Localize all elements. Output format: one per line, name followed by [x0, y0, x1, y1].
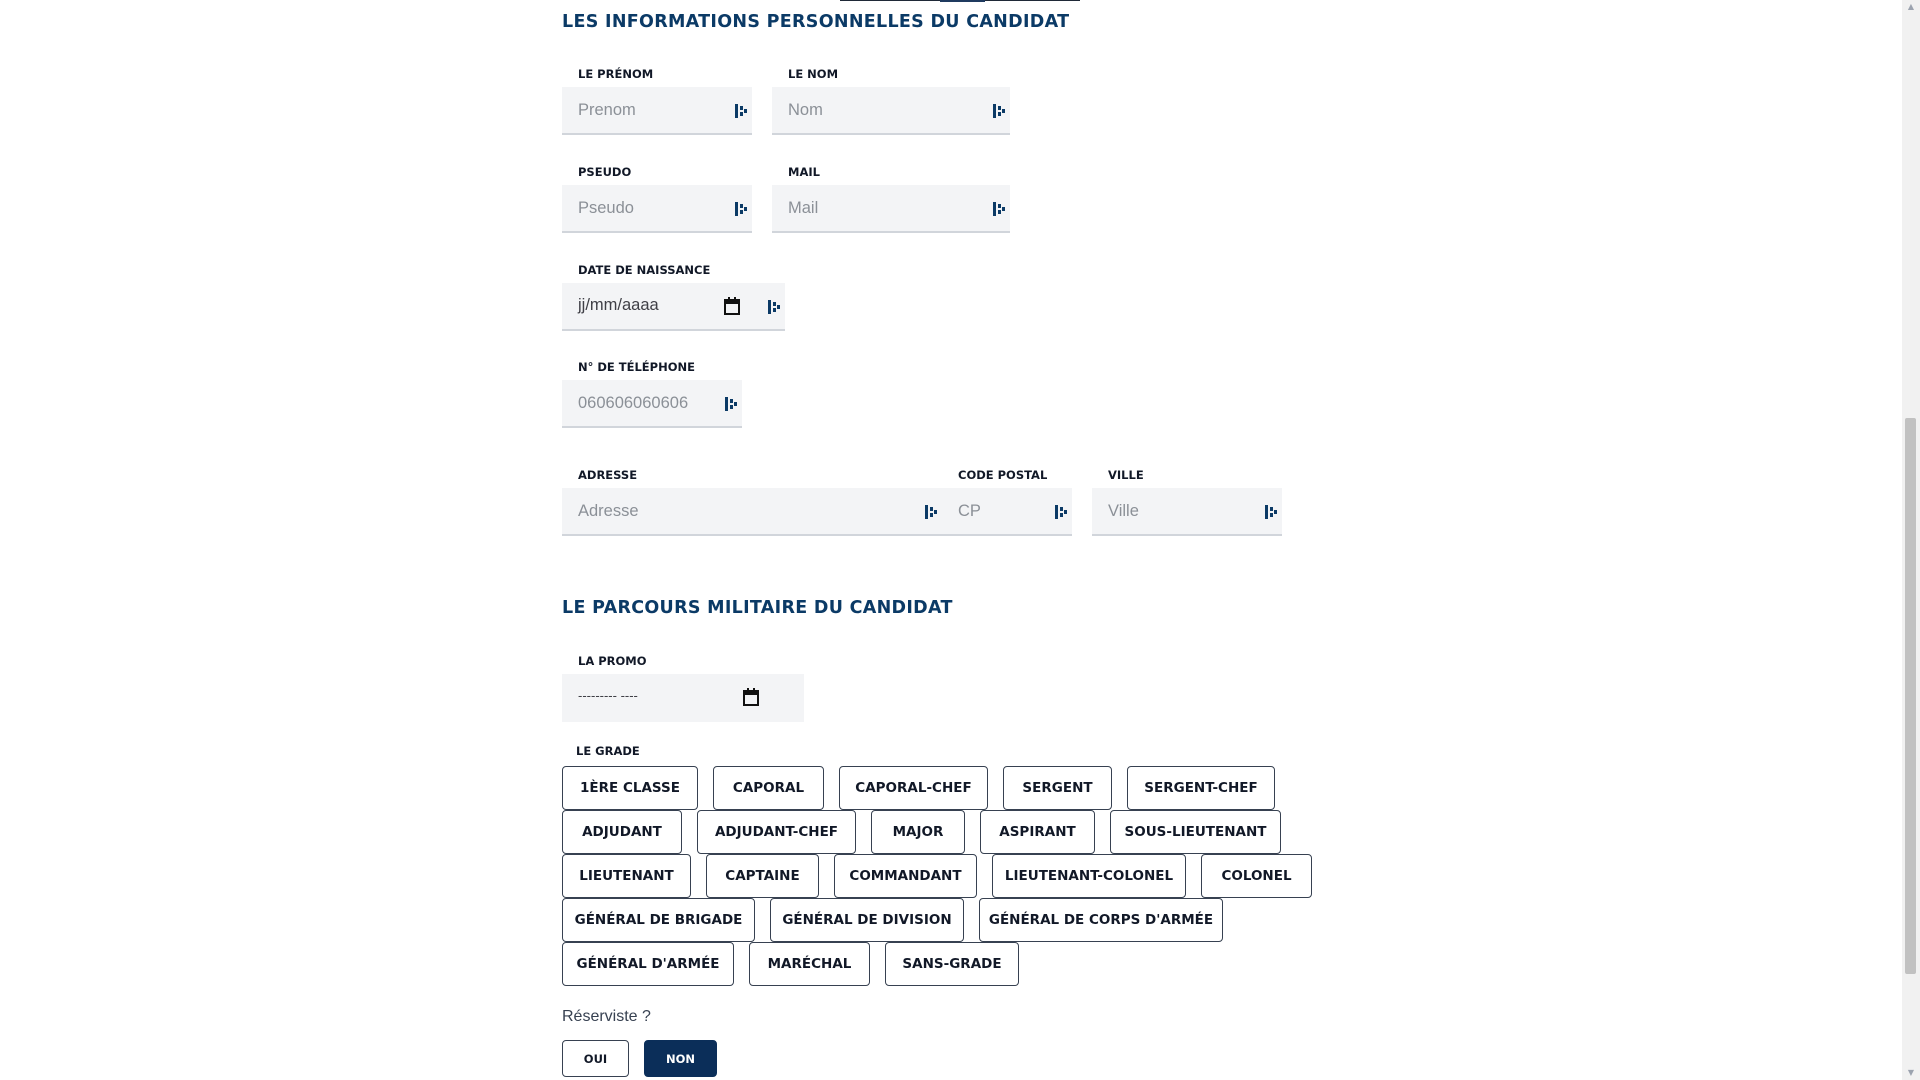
- lastname-label: LE NOM: [788, 67, 839, 81]
- mail-label: MAIL: [788, 165, 820, 179]
- grade-sans-grade-button[interactable]: SANS-GRADE: [885, 942, 1019, 986]
- password-manager-key-icon[interactable]: [1265, 505, 1277, 519]
- grade-lieutenant-button[interactable]: LIEUTENANT: [562, 854, 691, 898]
- address-field: [562, 488, 944, 536]
- password-manager-key-icon[interactable]: [1055, 505, 1067, 519]
- grade-label: LE GRADE: [576, 744, 640, 758]
- grade-sergent-button[interactable]: SERGENT: [1003, 766, 1112, 810]
- grade-adjudant-button[interactable]: ADJUDANT: [562, 810, 682, 854]
- grade-caporal-button[interactable]: CAPORAL: [713, 766, 824, 810]
- calendar-icon[interactable]: [724, 297, 740, 315]
- mail-field: [772, 185, 1010, 233]
- grade-general-de-corps-darmee-button[interactable]: GÉNÉRAL DE CORPS D'ARMÉE: [979, 898, 1223, 942]
- pseudo-input[interactable]: [562, 185, 722, 231]
- city-field: [1092, 488, 1282, 536]
- password-manager-key-icon[interactable]: [725, 397, 737, 411]
- grade-sous-lieutenant-button[interactable]: SOUS-LIEUTENANT: [1110, 810, 1281, 854]
- lastname-field: [772, 87, 1010, 135]
- phone-label: N° DE TÉLÉPHONE: [578, 360, 695, 374]
- grade-marechal-button[interactable]: MARÉCHAL: [749, 942, 870, 986]
- reservist-question: Réserviste ?: [562, 1008, 651, 1025]
- birthdate-input[interactable]: jj/mm/aaaa: [578, 296, 659, 315]
- grade-commandant-button[interactable]: COMMANDANT: [834, 854, 977, 898]
- password-manager-key-icon[interactable]: [768, 300, 780, 314]
- postal-code-label: CODE POSTAL: [958, 468, 1048, 482]
- grade-colonel-button[interactable]: COLONEL: [1201, 854, 1312, 898]
- password-manager-key-icon[interactable]: [735, 104, 747, 118]
- password-manager-key-icon[interactable]: [735, 202, 747, 216]
- pseudo-field: [562, 185, 752, 233]
- firstname-label: LE PRÉNOM: [578, 67, 654, 81]
- mail-input[interactable]: [772, 185, 980, 231]
- grade-general-darmee-button[interactable]: GÉNÉRAL D'ARMÉE: [562, 942, 734, 986]
- military-path-title: LE PARCOURS MILITAIRE DU CANDIDAT: [562, 598, 953, 618]
- pseudo-label: PSEUDO: [578, 165, 632, 179]
- grade-sergent-chef-button[interactable]: SERGENT-CHEF: [1127, 766, 1275, 810]
- reservist-yes-button[interactable]: OUI: [562, 1040, 629, 1077]
- password-manager-key-icon[interactable]: [993, 104, 1005, 118]
- firstname-field: [562, 87, 752, 135]
- top-divider-accent: [940, 0, 985, 2]
- firstname-input[interactable]: [562, 87, 722, 133]
- phone-input[interactable]: [562, 380, 712, 426]
- promo-field[interactable]: --------- ----: [562, 674, 804, 722]
- city-input[interactable]: [1092, 488, 1252, 534]
- phone-field: [562, 380, 742, 428]
- grade-captaine-button[interactable]: CAPTAINE: [706, 854, 819, 898]
- postal-code-input[interactable]: [942, 488, 1042, 534]
- scrollbar-thumb[interactable]: [1905, 418, 1916, 974]
- promo-label: LA PROMO: [578, 654, 647, 668]
- city-label: VILLE: [1108, 468, 1144, 482]
- personal-info-title: LES INFORMATIONS PERSONNELLES DU CANDIDA…: [562, 12, 1070, 32]
- lastname-input[interactable]: [772, 87, 980, 133]
- password-manager-key-icon[interactable]: [993, 202, 1005, 216]
- grade-general-de-division-button[interactable]: GÉNÉRAL DE DIVISION: [770, 898, 964, 942]
- calendar-icon[interactable]: [743, 688, 759, 706]
- promo-input[interactable]: --------- ----: [578, 688, 638, 703]
- grade-caporal-chef-button[interactable]: CAPORAL-CHEF: [839, 766, 988, 810]
- address-label: ADRESSE: [578, 468, 638, 482]
- grade-major-button[interactable]: MAJOR: [871, 810, 965, 854]
- grade-lieutenant-colonel-button[interactable]: LIEUTENANT-COLONEL: [992, 854, 1186, 898]
- grade-1ere-classe-button[interactable]: 1ÈRE CLASSE: [562, 766, 698, 810]
- birthdate-field[interactable]: jj/mm/aaaa: [562, 283, 785, 331]
- grade-aspirant-button[interactable]: ASPIRANT: [980, 810, 1095, 854]
- birthdate-label: DATE DE NAISSANCE: [578, 263, 711, 277]
- password-manager-key-icon[interactable]: [925, 505, 937, 519]
- grade-adjudant-chef-button[interactable]: ADJUDANT-CHEF: [697, 810, 856, 854]
- postal-code-field: [942, 488, 1072, 536]
- scroll-up-arrow-icon[interactable]: ▲: [1906, 2, 1916, 12]
- address-input[interactable]: [562, 488, 914, 534]
- scroll-down-arrow-icon[interactable]: ▼: [1906, 1068, 1916, 1078]
- reservist-no-button[interactable]: NON: [644, 1040, 717, 1077]
- grade-general-de-brigade-button[interactable]: GÉNÉRAL DE BRIGADE: [562, 898, 755, 942]
